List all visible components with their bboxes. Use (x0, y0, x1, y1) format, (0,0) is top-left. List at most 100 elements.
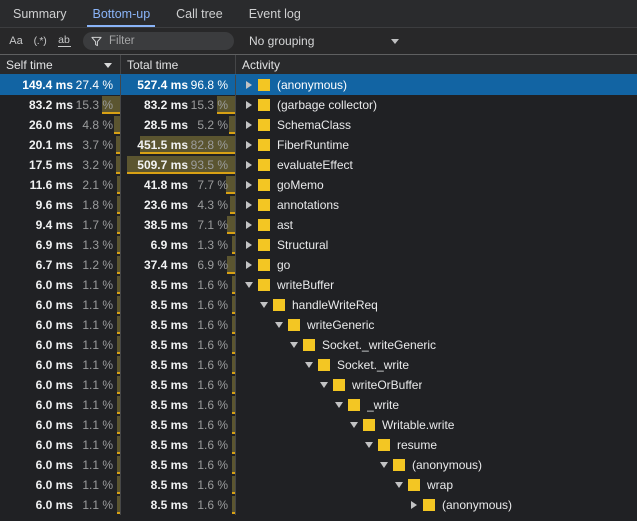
table-row[interactable]: 6.0 ms 1.1 % 8.5 ms 1.6 % wrap (0, 475, 637, 495)
chevron-right-icon[interactable] (242, 95, 256, 115)
grouping-select[interactable]: No grouping (249, 34, 399, 48)
tab-bottom-up[interactable]: Bottom-up (79, 0, 163, 27)
table-row[interactable]: 6.0 ms 1.1 % 8.5 ms 1.6 % (anonymous) (0, 455, 637, 475)
chevron-down-icon[interactable] (362, 435, 376, 455)
regex-icon[interactable]: (.*) (29, 31, 51, 51)
table-row[interactable]: 6.0 ms 1.1 % 8.5 ms 1.6 % handleWriteReq (0, 295, 637, 315)
chevron-down-icon[interactable] (272, 315, 286, 335)
table-row[interactable]: 6.0 ms 1.1 % 8.5 ms 1.6 % Socket._write (0, 355, 637, 375)
percent-value: 1.6 % (197, 398, 228, 412)
duration-value: 149.4 ms (22, 78, 73, 92)
column-header-total-time[interactable]: Total time (121, 55, 236, 74)
table-row[interactable]: 20.1 ms 3.7 % 451.5 ms 82.8 % FiberRuntime (0, 135, 637, 155)
table-row[interactable]: 83.2 ms 15.3 % 83.2 ms 15.3 % (garbage colle… (0, 95, 637, 115)
percent-value: 27.4 % (75, 78, 113, 92)
category-color-swatch-icon (303, 339, 315, 351)
table-row[interactable]: 6.7 ms 1.2 % 37.4 ms 6.9 % go (0, 255, 637, 275)
column-header-self-time[interactable]: Self time (0, 55, 121, 74)
filter-field[interactable] (83, 32, 234, 50)
chevron-down-icon[interactable] (287, 335, 301, 355)
duration-value: 6.0 ms (35, 418, 73, 432)
grouping-label: No grouping (249, 34, 315, 48)
table-row[interactable]: 9.6 ms 1.8 % 23.6 ms 4.3 % annotations (0, 195, 637, 215)
percent-value: 1.6 % (197, 498, 228, 512)
cell-self-time: 6.0 ms 1.1 % (0, 355, 121, 375)
regex-label: (.*) (33, 35, 47, 47)
table-row[interactable]: 11.6 ms 2.1 % 41.8 ms 7.7 % goMemo (0, 175, 637, 195)
chevron-right-icon[interactable] (242, 255, 256, 275)
table-row[interactable]: 9.4 ms 1.7 % 38.5 ms 7.1 % ast (0, 215, 637, 235)
table-row[interactable]: 17.5 ms 3.2 % 509.7 ms 93.5 % evaluateEffect (0, 155, 637, 175)
filter-funnel-icon (91, 36, 102, 46)
table-row[interactable]: 26.0 ms 4.8 % 28.5 ms 5.2 % SchemaClass (0, 115, 637, 135)
percent-value: 1.1 % (82, 338, 113, 352)
chevron-down-icon[interactable] (302, 355, 316, 375)
activity-name: handleWriteReq (292, 298, 378, 312)
category-color-swatch-icon (318, 359, 330, 371)
chevron-down-icon[interactable] (392, 475, 406, 495)
chevron-right-icon[interactable] (242, 195, 256, 215)
chevron-down-icon[interactable] (347, 415, 361, 435)
chevron-right-icon[interactable] (242, 215, 256, 235)
whole-word-icon[interactable]: ab (53, 31, 75, 51)
chevron-down-icon[interactable] (317, 375, 331, 395)
chevron-down-icon[interactable] (242, 275, 256, 295)
table-row[interactable]: 6.0 ms 1.1 % 8.5 ms 1.6 % resume (0, 435, 637, 455)
table-row[interactable]: 6.0 ms 1.1 % 8.5 ms 1.6 % writeBuffer (0, 275, 637, 295)
cell-activity: evaluateEffect (236, 155, 637, 175)
activity-name: go (277, 258, 291, 272)
activity-name: goMemo (277, 178, 324, 192)
cell-activity: FiberRuntime (236, 135, 637, 155)
match-case-icon[interactable]: Aa (5, 31, 27, 51)
tab-call-tree[interactable]: Call tree (163, 0, 236, 27)
chevron-right-icon[interactable] (242, 135, 256, 155)
activity-name: evaluateEffect (277, 158, 353, 172)
duration-value: 8.5 ms (150, 458, 188, 472)
cell-total-time: 8.5 ms 1.6 % (121, 375, 236, 395)
table-row[interactable]: 6.9 ms 1.3 % 6.9 ms 1.3 % Structural (0, 235, 637, 255)
duration-value: 8.5 ms (150, 478, 188, 492)
table-row[interactable]: 6.0 ms 1.1 % 8.5 ms 1.6 % writeGeneric (0, 315, 637, 335)
percent-value: 1.1 % (82, 418, 113, 432)
filter-input[interactable] (109, 35, 226, 47)
chevron-right-icon[interactable] (242, 115, 256, 135)
percent-value: 1.6 % (197, 458, 228, 472)
activity-name: Socket._writeGeneric (322, 338, 437, 352)
cell-self-time: 6.0 ms 1.1 % (0, 295, 121, 315)
duration-value: 6.0 ms (35, 278, 73, 292)
duration-value: 6.0 ms (35, 378, 73, 392)
table-row[interactable]: 6.0 ms 1.1 % 8.5 ms 1.6 % writeOrBuffer (0, 375, 637, 395)
activity-name: (garbage collector) (277, 98, 378, 112)
cell-self-time: 9.4 ms 1.7 % (0, 215, 121, 235)
cell-total-time: 8.5 ms 1.6 % (121, 475, 236, 495)
table-row[interactable]: 6.0 ms 1.1 % 8.5 ms 1.6 % (anonymous) (0, 495, 637, 515)
tab-event-log[interactable]: Event log (236, 0, 314, 27)
chevron-down-icon[interactable] (377, 455, 391, 475)
column-header-activity[interactable]: Activity (236, 55, 637, 74)
whole-word-label: ab (58, 34, 70, 46)
chevron-right-icon[interactable] (407, 495, 421, 515)
category-color-swatch-icon (288, 319, 300, 331)
percent-value: 1.2 % (82, 258, 113, 272)
activity-name: FiberRuntime (277, 138, 350, 152)
duration-value: 11.6 ms (29, 178, 73, 192)
table-row[interactable]: 149.4 ms 27.4 % 527.4 ms 96.8 % (anonymous) (0, 75, 637, 95)
tab-summary[interactable]: Summary (0, 0, 79, 27)
bottom-up-table[interactable]: 149.4 ms 27.4 % 527.4 ms 96.8 % (anonymous) 8… (0, 75, 637, 521)
chevron-right-icon[interactable] (242, 175, 256, 195)
table-row[interactable]: 6.0 ms 1.1 % 8.5 ms 1.6 % Writable.write (0, 415, 637, 435)
chevron-right-icon[interactable] (242, 235, 256, 255)
table-row[interactable]: 6.0 ms 1.1 % 8.5 ms 1.6 % _write (0, 395, 637, 415)
cell-self-time: 6.0 ms 1.1 % (0, 455, 121, 475)
tab-label: Call tree (176, 6, 223, 21)
chevron-right-icon[interactable] (242, 75, 256, 95)
chevron-down-icon[interactable] (332, 395, 346, 415)
cell-total-time: 28.5 ms 5.2 % (121, 115, 236, 135)
percent-value: 6.9 % (197, 258, 228, 272)
duration-value: 6.0 ms (35, 318, 73, 332)
chevron-down-icon[interactable] (257, 295, 271, 315)
duration-value: 8.5 ms (150, 358, 188, 372)
chevron-right-icon[interactable] (242, 155, 256, 175)
table-row[interactable]: 6.0 ms 1.1 % 8.5 ms 1.6 % Socket._writeGener… (0, 335, 637, 355)
percent-value: 1.6 % (197, 378, 228, 392)
